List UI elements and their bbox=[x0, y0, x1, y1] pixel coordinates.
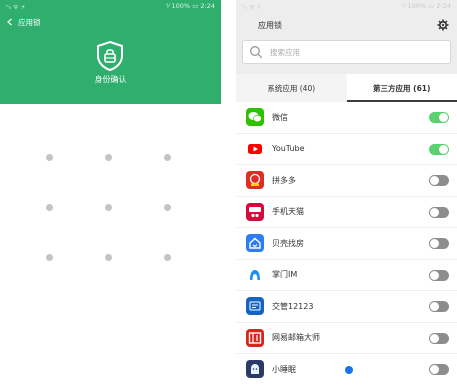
app-row[interactable]: 手机天猫 bbox=[236, 197, 457, 228]
status-signal: ⁿᵢₗ ᯤ ⚡ bbox=[6, 2, 26, 11]
app-name: 掌门IM bbox=[272, 270, 298, 280]
youtube-icon bbox=[246, 139, 264, 158]
status-bar: ⁿᵢₗ ᯤ ⚡ ⅟ 100% ▭ 2:24 bbox=[0, 0, 221, 12]
xiaoshuimian-icon bbox=[246, 360, 264, 379]
app-row[interactable]: 网易邮箱大师 bbox=[236, 323, 457, 354]
verify-header: ⁿᵢₗ ᯤ ⚡ ⅟ 100% ▭ 2:24 应用锁 身份确认 bbox=[0, 0, 221, 104]
toggle-knob bbox=[430, 207, 439, 217]
app-name: 手机天猫 bbox=[272, 207, 304, 217]
tab-label: 系统应用 (40) bbox=[267, 83, 316, 93]
pinduoduo-icon bbox=[246, 171, 264, 190]
lock-toggle[interactable] bbox=[429, 206, 449, 218]
app-name: 贝壳找房 bbox=[272, 238, 304, 248]
pattern-dot[interactable] bbox=[104, 203, 112, 211]
lock-toggle[interactable] bbox=[429, 364, 449, 375]
wechat-icon bbox=[246, 108, 264, 127]
app-name: 小睡眠 bbox=[272, 364, 296, 374]
tmall-icon bbox=[246, 202, 264, 221]
search-box[interactable] bbox=[242, 40, 451, 64]
app-category-tabs: 系统应用 (40) 第三方应用 (61) bbox=[236, 74, 457, 102]
gear-icon[interactable] bbox=[437, 19, 449, 31]
pattern-dot[interactable] bbox=[45, 253, 53, 261]
pattern-dot[interactable] bbox=[104, 253, 112, 261]
lock-toggle[interactable] bbox=[429, 269, 449, 281]
search-input[interactable] bbox=[270, 47, 420, 57]
identity-verify-screen: ⁿᵢₗ ᯤ ⚡ ⅟ 100% ▭ 2:24 应用锁 身份确认 bbox=[0, 0, 221, 385]
app-name: 网易邮箱大师 bbox=[272, 333, 320, 343]
toggle-knob bbox=[430, 270, 439, 280]
app-lock-screen: ⁿᵢₗ ᯤ ⚡ ⅟ 100% ▭ 2:24 应用锁 系统应用 (40) bbox=[236, 0, 457, 385]
pattern-dot[interactable] bbox=[45, 153, 53, 161]
page-title: 应用锁 bbox=[258, 20, 282, 30]
lock-toggle[interactable] bbox=[429, 143, 449, 155]
pattern-dot[interactable] bbox=[163, 253, 171, 261]
tab-third-party-apps[interactable]: 第三方应用 (61) bbox=[346, 74, 457, 102]
app-name: 拼多多 bbox=[272, 175, 296, 185]
lock-toggle[interactable] bbox=[429, 175, 449, 186]
pattern-dot[interactable] bbox=[45, 203, 53, 211]
beike-icon bbox=[246, 234, 264, 253]
app-row[interactable]: 微信 bbox=[236, 102, 457, 134]
lock-toggle[interactable] bbox=[429, 238, 449, 249]
lock-toggle[interactable] bbox=[429, 112, 449, 123]
lock-toggle[interactable] bbox=[429, 301, 449, 312]
app-row[interactable]: 掌门IM bbox=[236, 260, 457, 291]
app-name: 微信 bbox=[272, 112, 288, 122]
page-title: 应用锁 bbox=[18, 17, 41, 27]
app-row[interactable]: YouTube bbox=[236, 134, 457, 165]
status-battery-time: ⅟ 100% ▭ 2:24 bbox=[401, 2, 451, 10]
toggle-knob bbox=[430, 365, 439, 374]
app-lock-header: 应用锁 bbox=[236, 12, 457, 38]
shield-lock-icon bbox=[97, 40, 123, 72]
pattern-dot[interactable] bbox=[163, 203, 171, 211]
search-area bbox=[236, 38, 457, 74]
jiaoguan-icon bbox=[246, 297, 264, 316]
pattern-dot[interactable] bbox=[104, 153, 112, 161]
app-name: YouTube bbox=[272, 144, 305, 154]
tab-label: 第三方应用 (61) bbox=[373, 83, 431, 93]
verify-label: 身份确认 bbox=[94, 75, 127, 84]
lock-toggle[interactable] bbox=[429, 332, 449, 344]
toggle-knob bbox=[439, 113, 448, 122]
toggle-knob bbox=[430, 333, 439, 343]
status-signal: ⁿᵢₗ ᯤ ⚡ bbox=[242, 2, 262, 11]
netease-mail-icon bbox=[246, 328, 264, 347]
back-arrow-icon[interactable] bbox=[6, 16, 18, 28]
toggle-knob bbox=[439, 144, 448, 154]
app-row[interactable]: 贝壳找房 bbox=[236, 228, 457, 260]
pattern-dot[interactable] bbox=[163, 153, 171, 161]
app-name: 交管12123 bbox=[272, 301, 314, 311]
zhangmen-icon bbox=[246, 265, 264, 284]
search-icon bbox=[250, 46, 263, 59]
screen-divider bbox=[221, 0, 236, 385]
toggle-knob bbox=[430, 176, 439, 185]
status-battery-time: ⅟ 100% ▭ 2:24 bbox=[165, 2, 215, 10]
touch-indicator bbox=[345, 366, 353, 374]
app-list: 微信 YouTube 拼多多手机天猫贝壳找房掌门IM 交管12123 网易邮箱大师 小睡眠 bbox=[236, 102, 457, 385]
toggle-knob bbox=[430, 302, 439, 311]
toggle-knob bbox=[430, 239, 439, 248]
app-row[interactable]: 拼多多 bbox=[236, 165, 457, 197]
status-bar: ⁿᵢₗ ᯤ ⚡ ⅟ 100% ▭ 2:24 bbox=[236, 0, 457, 12]
title-bar: 应用锁 bbox=[0, 12, 221, 32]
app-row[interactable]: 交管12123 bbox=[236, 291, 457, 323]
tab-system-apps[interactable]: 系统应用 (40) bbox=[236, 74, 347, 102]
